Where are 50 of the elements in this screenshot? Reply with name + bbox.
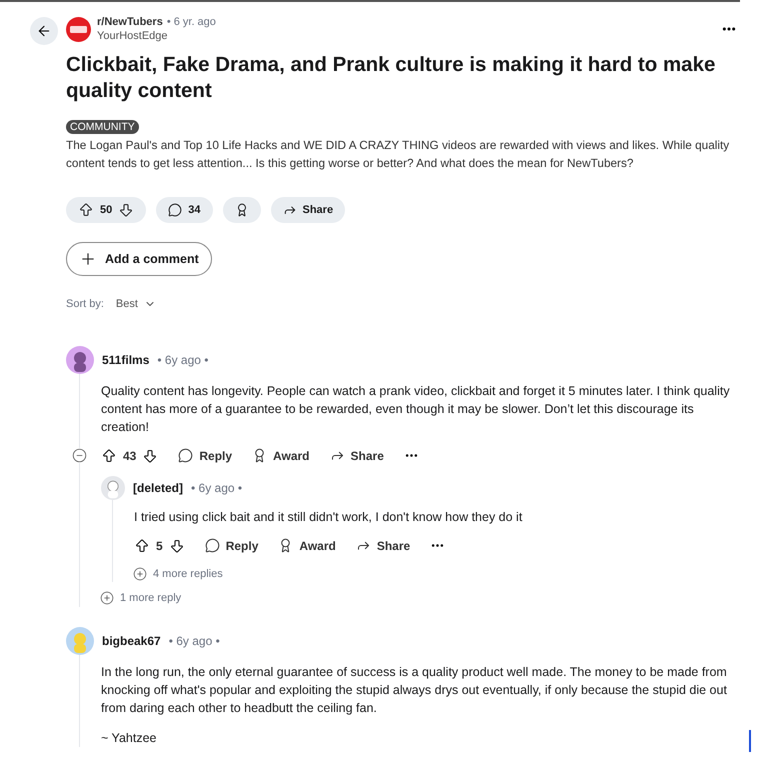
comment-text: I tried using click bait and it still didn't work, I don't know how they do it (134, 508, 524, 526)
subreddit-name[interactable]: r/NewTubers (97, 15, 163, 29)
sort-label: Sort by: (66, 297, 104, 312)
comment-age: • 6y ago • (191, 480, 242, 496)
sort-dropdown[interactable]: Best (116, 296, 156, 312)
subreddit-icon[interactable] (66, 16, 91, 42)
comment-age: • 6y ago • (157, 352, 208, 368)
upvote-icon[interactable] (78, 202, 94, 218)
more-replies-link[interactable]: 1 more reply (120, 590, 182, 606)
comment-icon (178, 448, 194, 463)
comment-text: Quality content has longevity. People can watch a prank video, clickbait and forget it 5 minutes later. I think quality content has more of a guarantee to be rewarded, even though it may be slower. Don’t let this discourage its creation! (101, 382, 731, 436)
add-comment-button[interactable]: Add a comment (66, 242, 212, 276)
more-replies-link[interactable]: 4 more replies (153, 566, 223, 582)
comment-icon (204, 538, 220, 553)
downvote-icon[interactable] (118, 202, 134, 218)
back-button[interactable] (30, 17, 58, 45)
post-age: • 6 yr. ago (166, 15, 216, 29)
award-button[interactable] (222, 197, 260, 223)
share-button[interactable]: Share (330, 446, 384, 464)
text-cursor (749, 730, 751, 752)
reply-button[interactable]: Reply (178, 446, 232, 464)
comment-author[interactable]: 511films (102, 350, 150, 368)
share-button[interactable]: Share (270, 197, 346, 223)
share-button[interactable]: Share (356, 536, 410, 554)
reply-button[interactable]: Reply (204, 536, 258, 554)
award-button[interactable]: Award (252, 446, 310, 464)
downvote-icon[interactable] (168, 538, 185, 554)
comment-text: ~ Yahtzee (101, 730, 158, 746)
award-button[interactable]: Award (278, 536, 336, 554)
downvote-icon[interactable] (142, 448, 158, 464)
comment-text: In the long run, the only eternal guarantee of success is a quality product well made. The money to be made from knocking off what's popular and exploiting the stupid always drys out eventually, if only because the stupid die out from daring each other to headbutt the ceiling fan. (101, 664, 728, 716)
avatar-icon (66, 346, 94, 374)
vote-count: 50 (100, 202, 112, 218)
vote-count: 43 (123, 448, 136, 464)
post-body: The Logan Paul's and Top 10 Life Hacks and WE DID A CRAZY THING videos are rewarded with views and likes. While quality content tends to get less attention... Is this getting worse or better? And what does the mean for NewTubers? (66, 137, 730, 172)
expand-icon[interactable] (100, 591, 114, 606)
post-author[interactable]: YourHostEdge (97, 29, 216, 43)
collapse-icon[interactable] (72, 448, 87, 462)
comment-icon (168, 203, 182, 217)
comment-author[interactable]: [deleted] (133, 478, 184, 496)
comments-button[interactable]: 34 (156, 197, 212, 223)
upvote-icon[interactable] (101, 448, 117, 464)
post-title: Clickbait, Fake Drama, and Prank culture is making it hard to make quality content (66, 52, 716, 104)
post-flair[interactable]: COMMUNITY (66, 120, 139, 134)
upvote-icon[interactable] (134, 538, 150, 554)
expand-icon[interactable] (133, 566, 147, 581)
avatar-icon (66, 626, 94, 654)
comment-author[interactable]: bigbeak67 (102, 632, 161, 650)
vote-count: 5 (156, 538, 163, 554)
comment-age: • 6y ago • (168, 632, 220, 650)
